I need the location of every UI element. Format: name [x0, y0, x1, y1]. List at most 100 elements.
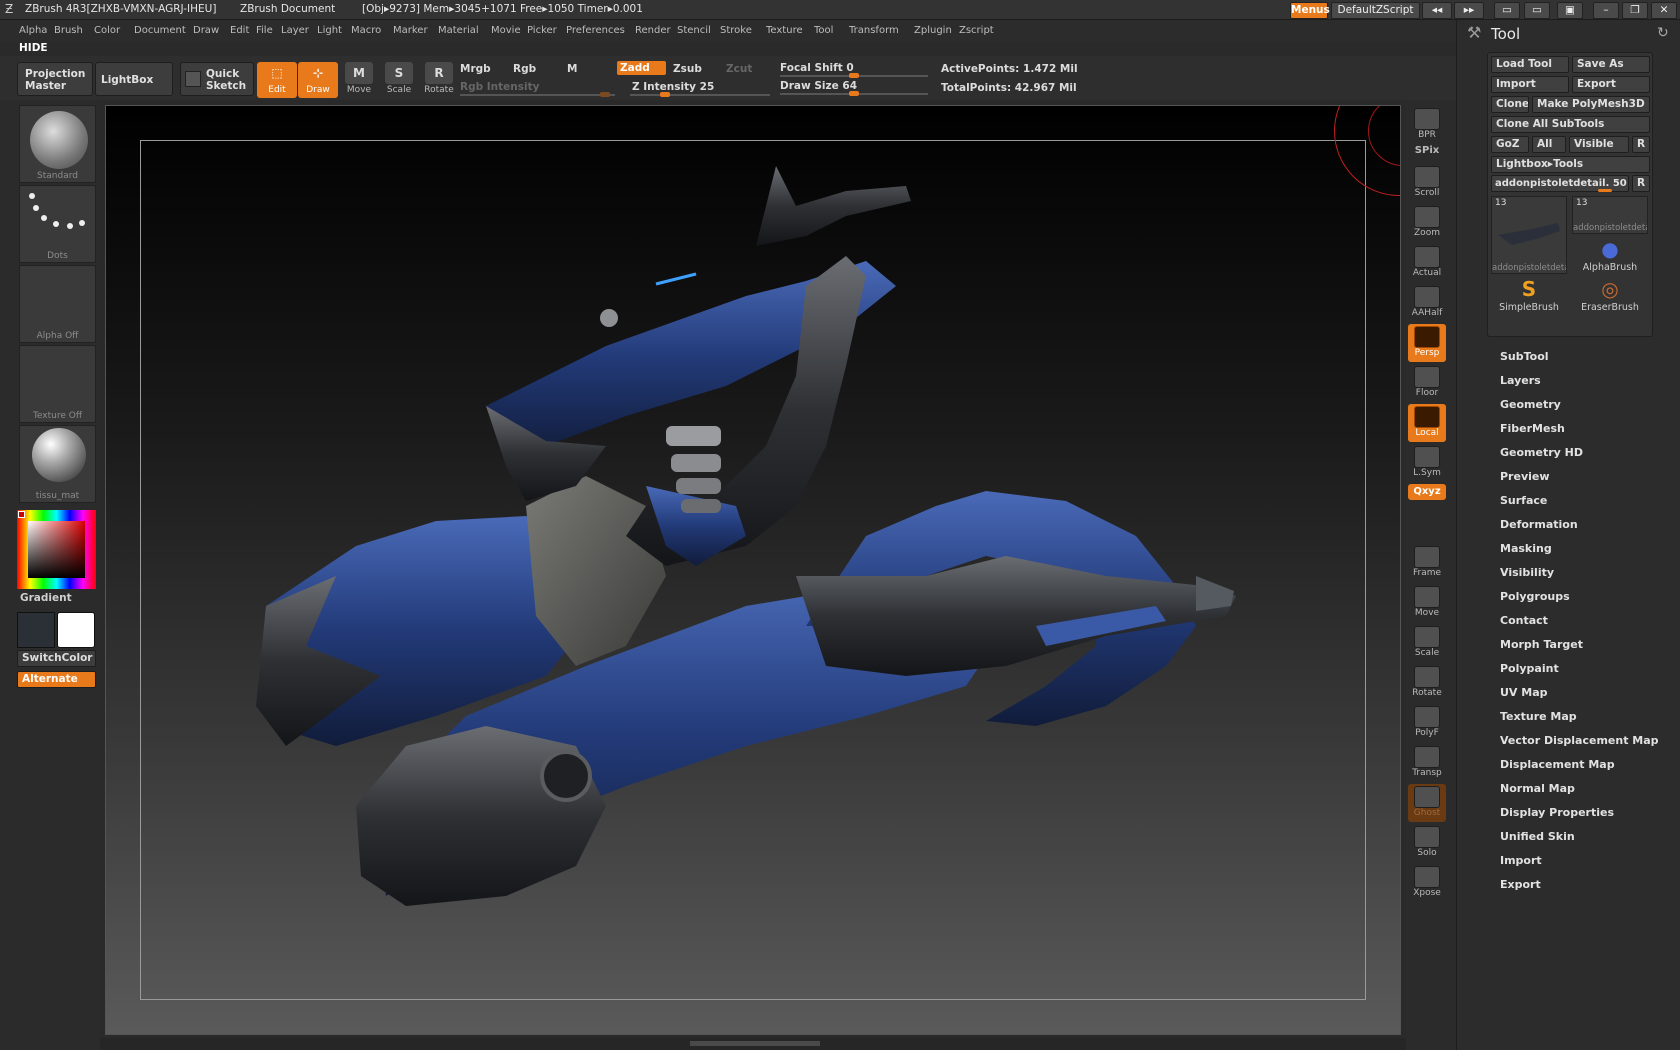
color-picker[interactable]	[17, 510, 96, 589]
m-button[interactable]: M	[567, 63, 577, 75]
clone-all-subtools-button[interactable]: Clone All SubTools	[1491, 116, 1650, 133]
menu-picker[interactable]: Picker	[527, 25, 557, 36]
menu-stroke[interactable]: Stroke	[720, 25, 752, 36]
bpr-button[interactable]: BPR	[1408, 106, 1446, 144]
alphabrush-tool[interactable]: ● AlphaBrush	[1572, 236, 1648, 276]
l-sym-button[interactable]: L.Sym	[1408, 444, 1446, 482]
floor-button[interactable]: Floor	[1408, 364, 1446, 402]
section-unified-skin[interactable]: Unified Skin	[1500, 830, 1575, 843]
section-contact[interactable]: Contact	[1500, 614, 1548, 627]
gradient-label[interactable]: Gradient	[20, 592, 72, 604]
section-display-properties[interactable]: Display Properties	[1500, 806, 1614, 819]
goz-visible-button[interactable]: Visible	[1569, 136, 1629, 153]
aahalf-button[interactable]: AAHalf	[1408, 284, 1446, 322]
save-as-button[interactable]: Save As	[1572, 56, 1650, 73]
material-selector[interactable]: tissu_mat	[19, 425, 96, 503]
section-masking[interactable]: Masking	[1500, 542, 1552, 555]
frame-button[interactable]: Frame	[1408, 544, 1446, 582]
menu-material[interactable]: Material	[438, 25, 479, 36]
draw-button[interactable]: ⊹ Draw	[298, 62, 338, 98]
minimize-icon[interactable]: –	[1593, 2, 1619, 19]
edit-button[interactable]: ⬚ Edit	[257, 62, 297, 98]
section-polygroups[interactable]: Polygroups	[1500, 590, 1570, 603]
qxyz-button[interactable]: Qxyz	[1408, 484, 1446, 500]
persp-button[interactable]: Persp	[1408, 324, 1446, 362]
rgb-intensity-knob[interactable]	[600, 92, 610, 97]
solo-button[interactable]: Solo	[1408, 824, 1446, 862]
section-import[interactable]: Import	[1500, 854, 1542, 867]
menu-color[interactable]: Color	[94, 25, 120, 36]
tool-palette-title[interactable]: Tool	[1491, 25, 1520, 43]
section-deformation[interactable]: Deformation	[1500, 518, 1578, 531]
menu-stencil[interactable]: Stencil	[677, 25, 711, 36]
clone-button[interactable]: Clone	[1491, 96, 1529, 113]
menu-render[interactable]: Render	[635, 25, 671, 36]
lightbox-tools-button[interactable]: Lightbox▸Tools	[1491, 156, 1650, 173]
section-visibility[interactable]: Visibility	[1500, 566, 1554, 579]
draw-size-slider[interactable]: Draw Size 64	[780, 80, 857, 92]
focal-shift-slider[interactable]: Focal Shift 0	[780, 62, 854, 74]
maximize-icon[interactable]: ❐	[1622, 2, 1648, 19]
z-intensity-slider[interactable]: Z Intensity 25	[632, 81, 714, 93]
texture-selector[interactable]: Texture Off	[19, 345, 96, 423]
reset-icon[interactable]: ↻	[1657, 25, 1669, 41]
alternate-button[interactable]: Alternate	[17, 671, 96, 688]
switch-color-button[interactable]: SwitchColor	[17, 650, 96, 667]
menu-zscript[interactable]: Zscript	[959, 25, 994, 36]
actual-button[interactable]: Actual	[1408, 244, 1446, 282]
section-export[interactable]: Export	[1500, 878, 1541, 891]
menu-layer[interactable]: Layer	[281, 25, 309, 36]
brush-selector[interactable]: Standard	[19, 105, 96, 183]
eraserbrush-tool[interactable]: ◎ EraserBrush	[1572, 276, 1648, 316]
close-icon[interactable]: ✕	[1651, 2, 1677, 19]
z-intensity-knob[interactable]	[660, 92, 670, 97]
move-button[interactable]: Move	[1408, 584, 1446, 622]
menu-transform[interactable]: Transform	[849, 25, 899, 36]
tool-thumb-1[interactable]: 13 addonpistoletdeta	[1491, 196, 1567, 274]
section-layers[interactable]: Layers	[1500, 374, 1541, 387]
zadd-button[interactable]: Zadd	[617, 61, 666, 75]
goz-all-button[interactable]: All	[1532, 136, 1566, 153]
menu-document[interactable]: Document	[134, 25, 186, 36]
spix-button[interactable]: SPix	[1408, 144, 1446, 158]
zcut-button[interactable]: Zcut	[726, 63, 752, 75]
simplebrush-tool[interactable]: S SimpleBrush	[1491, 276, 1567, 316]
scroll-left-icon[interactable]: ◂◂	[1422, 2, 1452, 19]
menus-button[interactable]: Menus	[1290, 2, 1330, 19]
rgb-intensity-slider[interactable]: Rgb Intensity	[460, 81, 539, 93]
section-surface[interactable]: Surface	[1500, 494, 1547, 507]
section-geometry[interactable]: Geometry	[1500, 398, 1561, 411]
layout-alt-icon[interactable]: ▭	[1524, 2, 1550, 19]
section-geometry-hd[interactable]: Geometry HD	[1500, 446, 1583, 459]
color-square[interactable]	[28, 521, 85, 578]
current-tool-r-button[interactable]: R	[1632, 175, 1650, 192]
zoom-button[interactable]: Zoom	[1408, 204, 1446, 242]
section-polypaint[interactable]: Polypaint	[1500, 662, 1559, 675]
draw-size-knob[interactable]	[849, 91, 860, 96]
section-morph-target[interactable]: Morph Target	[1500, 638, 1583, 651]
mrgb-button[interactable]: Mrgb	[460, 63, 491, 75]
tool-thumb-2[interactable]: 13 addonpistoletdeta	[1572, 196, 1648, 234]
secondary-color-swatch[interactable]	[57, 612, 95, 648]
lock-icon[interactable]: ▣	[1557, 2, 1583, 19]
bottom-tray-grip[interactable]	[690, 1041, 820, 1046]
menu-alpha[interactable]: Alpha	[19, 25, 47, 36]
local-button[interactable]: Local	[1408, 404, 1446, 442]
rotate-button[interactable]: R Rotate	[419, 62, 459, 98]
default-zscript-button[interactable]: DefaultZScript	[1331, 2, 1420, 19]
primary-color-swatch[interactable]	[17, 612, 55, 648]
load-tool-button[interactable]: Load Tool	[1491, 56, 1569, 73]
section-uv-map[interactable]: UV Map	[1500, 686, 1548, 699]
zsub-button[interactable]: Zsub	[673, 63, 702, 75]
section-displacement-map[interactable]: Displacement Map	[1500, 758, 1615, 771]
polyf-button[interactable]: PolyF	[1408, 704, 1446, 742]
menu-macro[interactable]: Macro	[351, 25, 381, 36]
move-button[interactable]: M Move	[339, 62, 379, 98]
menu-tool[interactable]: Tool	[814, 25, 833, 36]
section-fibermesh[interactable]: FiberMesh	[1500, 422, 1565, 435]
make-polymesh3d-button[interactable]: Make PolyMesh3D	[1532, 96, 1650, 113]
section-normal-map[interactable]: Normal Map	[1500, 782, 1575, 795]
section-vector-displacement-map[interactable]: Vector Displacement Map	[1500, 734, 1659, 747]
rgb-button[interactable]: Rgb	[513, 63, 536, 75]
menu-edit[interactable]: Edit	[230, 25, 249, 36]
